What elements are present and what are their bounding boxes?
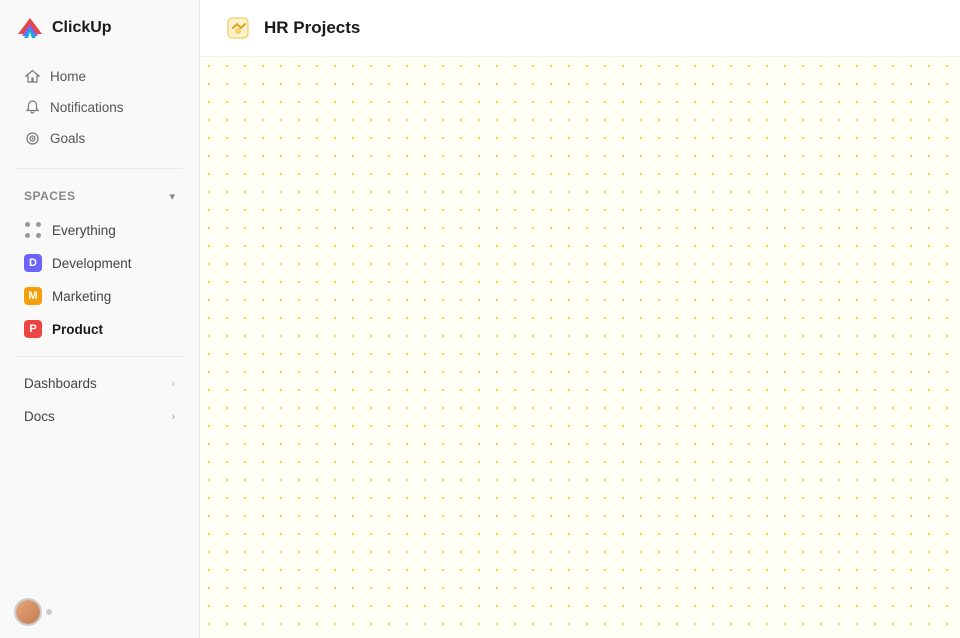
sidebar-nav: Home Notifications Goals bbox=[0, 56, 199, 158]
main-header: HR Projects bbox=[200, 0, 960, 57]
sidebar-item-product-label: Product bbox=[52, 322, 103, 337]
sidebar-item-home[interactable]: Home bbox=[8, 61, 191, 91]
sidebar-item-marketing[interactable]: M Marketing bbox=[8, 280, 191, 312]
sidebar-item-everything[interactable]: Everything bbox=[8, 214, 191, 246]
sidebar-item-development-label: Development bbox=[52, 256, 132, 271]
sidebar-item-notifications-label: Notifications bbox=[50, 100, 124, 115]
logo-text: ClickUp bbox=[52, 19, 112, 37]
sidebar-item-development[interactable]: D Development bbox=[8, 247, 191, 279]
dashboards-chevron-icon: › bbox=[171, 378, 175, 390]
sidebar-item-dashboards[interactable]: Dashboards › bbox=[8, 368, 191, 399]
main-content-area: HR Projects bbox=[200, 0, 960, 638]
goals-icon bbox=[24, 130, 40, 146]
sidebar-item-dashboards-label: Dashboards bbox=[24, 376, 97, 391]
nav-divider bbox=[16, 168, 183, 169]
avatar-dot-1 bbox=[46, 609, 52, 615]
logo[interactable]: ClickUp bbox=[0, 0, 199, 56]
spaces-list: Everything D Development M Marketing P P… bbox=[0, 213, 199, 346]
sidebar-item-marketing-label: Marketing bbox=[52, 289, 111, 304]
spaces-header[interactable]: Spaces ▾ bbox=[8, 183, 191, 209]
user-avatar-ring bbox=[14, 598, 42, 626]
user-avatar-group[interactable] bbox=[14, 598, 52, 626]
user-avatar bbox=[16, 600, 40, 624]
everything-dots-icon bbox=[24, 221, 42, 239]
docs-chevron-icon: › bbox=[171, 411, 175, 423]
sidebar-item-everything-label: Everything bbox=[52, 223, 116, 238]
spaces-label: Spaces bbox=[24, 189, 75, 203]
marketing-avatar: M bbox=[24, 287, 42, 305]
sidebar-item-docs-label: Docs bbox=[24, 409, 55, 424]
bell-icon bbox=[24, 99, 40, 115]
sidebar-item-goals[interactable]: Goals bbox=[8, 123, 191, 153]
hr-projects-icon bbox=[224, 14, 252, 42]
sidebar-item-notifications[interactable]: Notifications bbox=[8, 92, 191, 122]
page-title: HR Projects bbox=[264, 18, 360, 38]
spaces-chevron-icon: ▾ bbox=[169, 190, 175, 203]
sidebar-item-docs[interactable]: Docs › bbox=[8, 401, 191, 432]
sidebar-bottom bbox=[0, 586, 199, 638]
main-canvas bbox=[200, 57, 960, 638]
sidebar-item-home-label: Home bbox=[50, 69, 86, 84]
spaces-divider bbox=[16, 356, 183, 357]
home-icon bbox=[24, 68, 40, 84]
development-avatar: D bbox=[24, 254, 42, 272]
product-avatar: P bbox=[24, 320, 42, 338]
sidebar-item-goals-label: Goals bbox=[50, 131, 85, 146]
sidebar: ClickUp Home Notifications bbox=[0, 0, 200, 638]
clickup-logo-icon bbox=[16, 14, 44, 42]
sidebar-item-product[interactable]: P Product bbox=[8, 313, 191, 345]
